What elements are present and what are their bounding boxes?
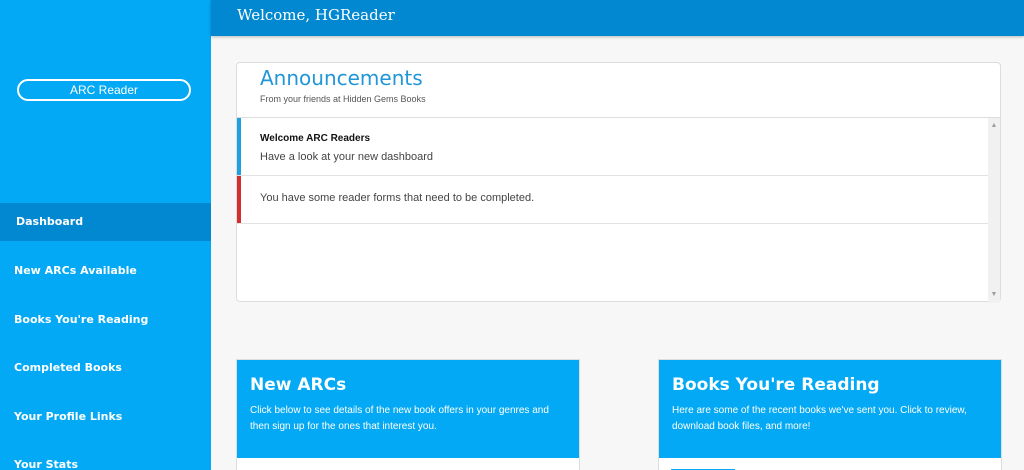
- new-arcs-card: New ARCs Click below to see details of t…: [236, 359, 580, 470]
- welcome-text: Welcome, HGReader: [237, 6, 395, 24]
- announcements-subtitle: From your friends at Hidden Gems Books: [260, 94, 426, 104]
- sidebar-item-profile-links[interactable]: Your Profile Links: [0, 398, 211, 436]
- top-header: Welcome, HGReader: [211, 0, 1024, 36]
- sidebar-item-new-arcs[interactable]: New ARCs Available: [0, 252, 211, 290]
- scroll-down-icon[interactable]: ▼: [988, 289, 1000, 301]
- card-header: New ARCs Click below to see details of t…: [237, 360, 579, 458]
- announcement-item[interactable]: You have some reader forms that need to …: [237, 176, 988, 224]
- card-title: New ARCs: [250, 375, 347, 395]
- announcement-title: Welcome ARC Readers: [260, 133, 371, 144]
- card-description: Here are some of the recent books we've …: [672, 405, 967, 432]
- card-header: Books You're Reading Here are some of th…: [659, 360, 1001, 458]
- announcements-list[interactable]: Welcome ARC Readers Have a look at your …: [237, 117, 1000, 303]
- announcement-accent-bar: [237, 176, 241, 223]
- announcements-panel: Announcements From your friends at Hidde…: [236, 62, 1001, 303]
- scroll-up-icon[interactable]: ▲: [988, 120, 1000, 132]
- announcement-accent-bar: [237, 118, 241, 175]
- sidebar-item-stats[interactable]: Your Stats: [0, 446, 211, 470]
- card-title: Books You're Reading: [672, 375, 880, 395]
- sidebar-item-dashboard[interactable]: Dashboard: [0, 203, 211, 241]
- sidebar-item-books-reading[interactable]: Books You're Reading: [0, 301, 211, 339]
- card-description: Click below to see details of the new bo…: [250, 405, 549, 432]
- sidebar: ARC Reader Dashboard New ARCs Available …: [0, 0, 211, 470]
- books-reading-card: Books You're Reading Here are some of th…: [658, 359, 1002, 470]
- sidebar-item-completed-books[interactable]: Completed Books: [0, 349, 211, 387]
- announcement-body: Have a look at your new dashboard: [260, 151, 434, 163]
- announcement-body: You have some reader forms that need to …: [260, 192, 535, 204]
- announcements-title: Announcements: [260, 66, 423, 90]
- announcement-item[interactable]: Welcome ARC Readers Have a look at your …: [237, 118, 988, 176]
- role-badge[interactable]: ARC Reader: [17, 79, 191, 101]
- announcements-scrollbar[interactable]: ▲ ▼: [988, 118, 1000, 303]
